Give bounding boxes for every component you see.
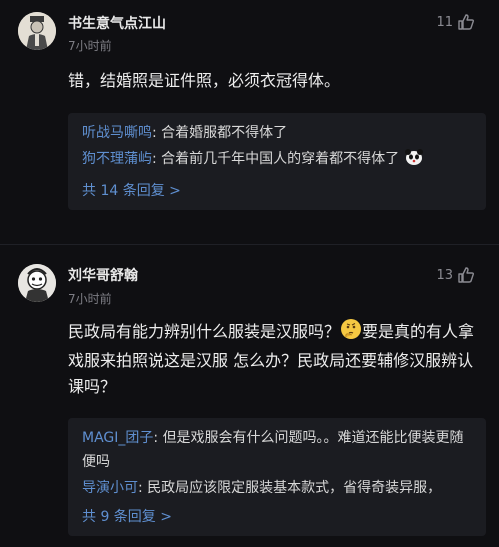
comment-username[interactable]: 刘华哥舒翰 — [68, 265, 138, 285]
comment-text: 错，结婚照是证件照，必须衣冠得体。 — [68, 68, 478, 94]
like-button[interactable]: 13 — [436, 266, 475, 284]
reply-text: 民政局应该限定服装基本款式，省得奇装异服， — [147, 480, 442, 496]
reply-username[interactable]: 听战马嘶鸣 — [82, 125, 152, 141]
comment-time: 7小时前 — [68, 39, 112, 53]
avatar[interactable] — [18, 12, 56, 50]
reply-item: MAGI_团子: 但是戏服会有什么问题吗。。难道还能比便装更随便吗 — [82, 426, 472, 474]
thinking-emoji — [340, 318, 362, 348]
reply-separator: : — [152, 125, 162, 141]
comment-text-content: 错，结婚照是证件照，必须衣冠得体。 — [68, 71, 341, 90]
more-replies-link[interactable]: 共 14 条回复 > — [82, 180, 472, 200]
comment-text-part: 民政局有能力辨别什么服装是汉服吗？ — [68, 322, 341, 341]
reply-box[interactable]: MAGI_团子: 但是戏服会有什么问题吗。。难道还能比便装更随便吗 导演小可: … — [68, 418, 486, 536]
comment-time: 7小时前 — [68, 292, 112, 306]
reply-separator: : — [152, 151, 162, 167]
panda-emoji — [404, 148, 424, 174]
reply-text: 合着前几千年中国人的穿着都不得体了 — [161, 151, 400, 167]
like-button[interactable]: 11 — [436, 13, 475, 31]
thumbs-up-icon — [457, 13, 475, 31]
like-count: 11 — [436, 14, 453, 30]
reply-separator: : — [138, 480, 148, 496]
reply-username[interactable]: MAGI_团子 — [82, 430, 153, 446]
reply-item: 听战马嘶鸣: 合着婚服都不得体了 — [82, 121, 472, 145]
reply-username[interactable]: 狗不理蒲屿 — [82, 151, 152, 167]
reply-separator: : — [153, 430, 163, 446]
divider — [0, 244, 499, 245]
reply-username[interactable]: 导演小可 — [82, 480, 138, 496]
avatar[interactable] — [18, 264, 56, 302]
thumbs-up-icon — [457, 266, 475, 284]
comment-text: 民政局有能力辨别什么服装是汉服吗？ 要是真的有人拿戏服来拍照说这是汉服 怎么办？民… — [68, 318, 478, 400]
reply-item: 导演小可: 民政局应该限定服装基本款式，省得奇装异服， — [82, 476, 472, 500]
like-count: 13 — [436, 267, 453, 283]
reply-item: 狗不理蒲屿: 合着前几千年中国人的穿着都不得体了 — [82, 147, 472, 174]
reply-text: 合着婚服都不得体了 — [161, 125, 288, 141]
reply-box[interactable]: 听战马嘶鸣: 合着婚服都不得体了 狗不理蒲屿: 合着前几千年中国人的穿着都不得体… — [68, 113, 486, 210]
more-replies-link[interactable]: 共 9 条回复 > — [82, 506, 472, 526]
comment-username[interactable]: 书生意气点江山 — [68, 13, 166, 33]
